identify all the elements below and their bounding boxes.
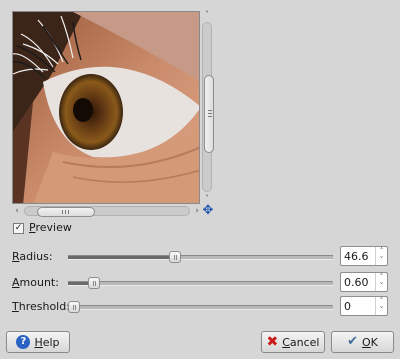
checkmark-icon: ✔ (347, 334, 358, 349)
horizontal-scroll-thumb[interactable] (37, 207, 95, 217)
amount-slider-handle[interactable] (88, 277, 100, 289)
amount-spinbox[interactable]: 0.60 ˄ ˅ (340, 272, 388, 292)
radius-slider-fill (68, 256, 175, 259)
threshold-slider[interactable] (68, 301, 333, 313)
help-button[interactable]: ? Help (6, 331, 70, 353)
preview-label[interactable]: Preview (29, 221, 72, 234)
radius-slider-handle[interactable] (169, 251, 181, 263)
radius-slider[interactable] (68, 251, 333, 263)
help-button-label: Help (34, 335, 60, 349)
vertical-scroll-thumb[interactable] (204, 75, 214, 153)
amount-value[interactable]: 0.60 (344, 276, 369, 289)
cancel-button-label: Cancel (282, 335, 320, 349)
navigate-icon[interactable]: ✥ (202, 204, 214, 217)
threshold-slider-handle[interactable] (68, 301, 80, 313)
radius-spinbox[interactable]: 46.6 ˄ ˅ (340, 246, 388, 266)
vertical-scroll-track[interactable] (202, 22, 214, 192)
eye-photo (13, 12, 199, 203)
threshold-value[interactable]: 0 (344, 300, 351, 313)
amount-label: Amount: (12, 276, 59, 289)
scroll-right-arrow-icon[interactable]: › (192, 205, 202, 217)
radius-value[interactable]: 46.6 (344, 250, 369, 263)
preview-image[interactable] (12, 11, 200, 204)
threshold-label: Threshold: (12, 300, 70, 313)
radius-spin-buttons[interactable]: ˄ ˅ (375, 247, 387, 265)
radius-label: Radius: (12, 250, 53, 263)
horizontal-scrollbar[interactable]: ‹ › (12, 205, 202, 217)
threshold-spinbox[interactable]: 0 ˄ ˅ (340, 296, 388, 316)
ok-button-label: OK (362, 335, 378, 349)
cancel-icon: ✖ (266, 334, 279, 350)
scroll-up-arrow-icon[interactable]: ˄ (201, 10, 213, 20)
amount-slider[interactable] (68, 277, 333, 289)
cancel-button[interactable]: ✖ Cancel (261, 331, 325, 353)
preview-checkbox[interactable]: ✓ (13, 223, 24, 234)
help-icon: ? (16, 335, 31, 349)
ok-button[interactable]: ✔ OK (331, 331, 394, 353)
amount-spin-buttons[interactable]: ˄ ˅ (375, 273, 387, 291)
vertical-scrollbar[interactable]: ˄ ˅ (201, 10, 214, 205)
horizontal-scroll-track[interactable] (24, 206, 190, 217)
threshold-spin-buttons[interactable]: ˄ ˅ (375, 297, 387, 315)
scroll-left-arrow-icon[interactable]: ‹ (12, 205, 22, 217)
